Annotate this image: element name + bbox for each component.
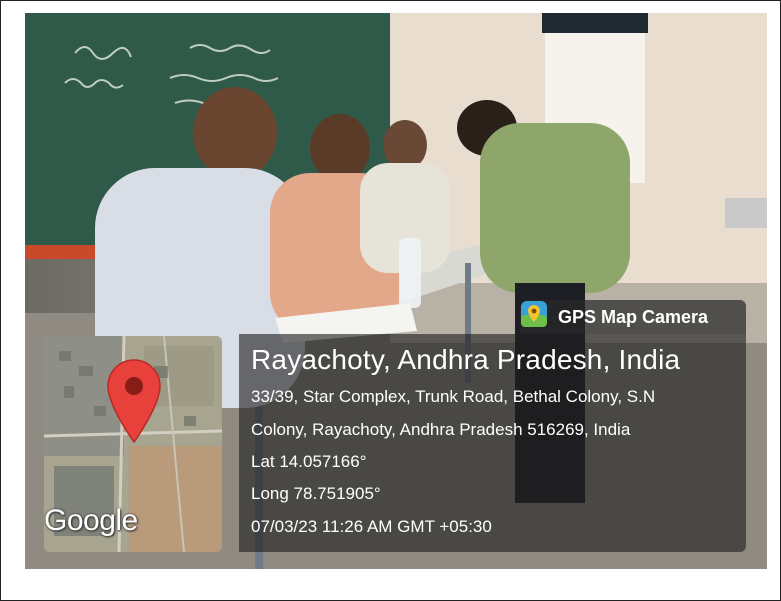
map-thumbnail: Google bbox=[44, 336, 222, 552]
image-frame: GPS Map Camera Rayachoty, Andhra Pradesh… bbox=[0, 0, 781, 601]
location-info-panel: Rayachoty, Andhra Pradesh, India 33/39, … bbox=[239, 334, 746, 552]
app-name: GPS Map Camera bbox=[558, 306, 709, 327]
address-line-1: 33/39, Star Complex, Trunk Road, Bethal … bbox=[251, 387, 656, 406]
datetime: 07/03/23 11:26 AM GMT +05:30 bbox=[251, 517, 492, 536]
address-line-2: Colony, Rayachoty, Andhra Pradesh 516269… bbox=[251, 420, 631, 439]
latitude: Lat 14.057166° bbox=[251, 452, 367, 471]
place-title: Rayachoty, Andhra Pradesh, India bbox=[251, 344, 681, 375]
google-logo: Google bbox=[44, 504, 138, 537]
longitude: Long 78.751905° bbox=[251, 484, 381, 503]
map-pin-icon bbox=[521, 301, 552, 331]
gps-map-camera-badge: GPS Map Camera bbox=[520, 300, 746, 334]
photo: GPS Map Camera Rayachoty, Andhra Pradesh… bbox=[25, 13, 767, 569]
